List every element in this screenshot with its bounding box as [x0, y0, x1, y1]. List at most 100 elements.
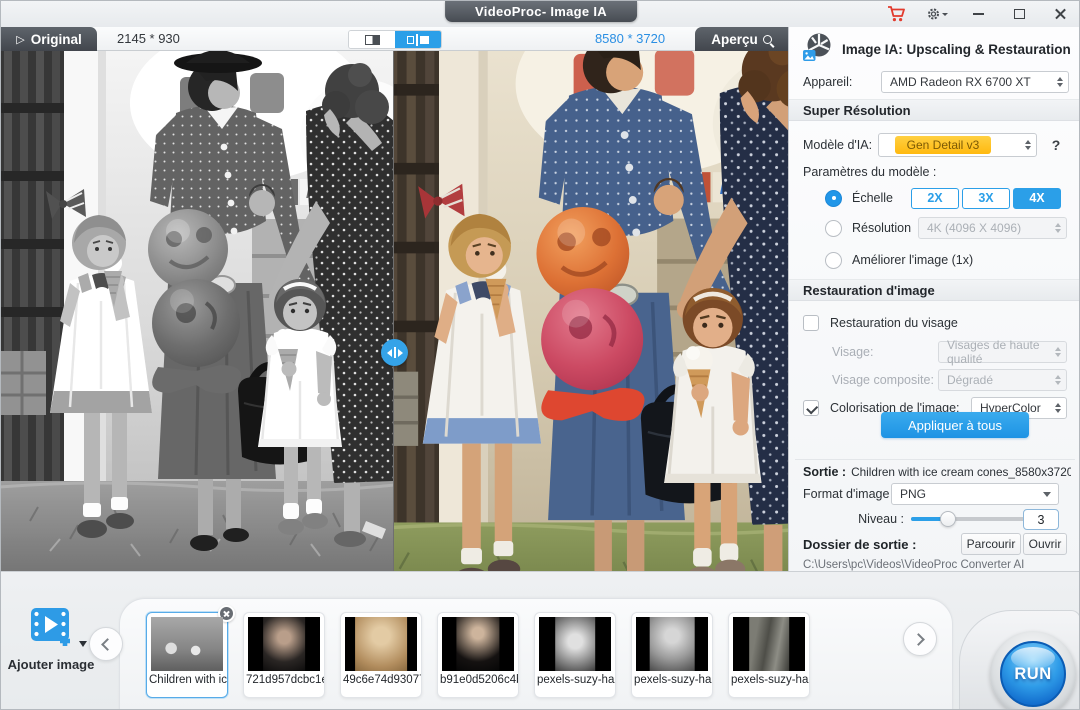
thumbnail-caption: pexels-suzy-haze: [632, 674, 712, 686]
thumbnail-item[interactable]: Children with ice: [146, 612, 228, 698]
compare-slider-handle[interactable]: [381, 339, 408, 366]
thumbnail-item[interactable]: pexels-suzy-haze: [534, 612, 616, 698]
compare-split-icon: [365, 35, 380, 45]
chevron-updown-icon: [1055, 403, 1061, 413]
compare-side-by-side-button[interactable]: [395, 31, 441, 48]
chevron-updown-icon: [1025, 140, 1031, 150]
resolution-radio[interactable]: [825, 220, 842, 237]
magnifier-icon: [763, 35, 772, 44]
chevron-down-icon: [1043, 492, 1051, 501]
app-window: VideoProc- Image IA ▷ Original 2145 * 93…: [0, 0, 1080, 710]
thumbnail-caption: pexels-suzy-haze: [729, 674, 809, 686]
cart-icon[interactable]: [885, 3, 907, 25]
face-composite-select[interactable]: Dégradé: [938, 369, 1067, 391]
add-image-icon: [27, 606, 75, 653]
app-title: VideoProc- Image IA: [445, 1, 637, 22]
maximize-icon[interactable]: [1008, 3, 1030, 25]
image-compare-area: [1, 51, 788, 571]
level-label: Niveau :: [849, 512, 904, 526]
level-slider-thumb[interactable]: [940, 511, 956, 527]
face-model-select[interactable]: Visages de haute qualité: [938, 341, 1067, 363]
thumbnail-caption: b91e0d5206c4b8: [438, 674, 518, 686]
face-restore-checkbox[interactable]: [803, 315, 819, 331]
panel-title: Image IA: Upscaling & Restauration: [842, 42, 1071, 57]
aperture-logo-icon: [803, 32, 833, 67]
resolution-label: Résolution: [852, 221, 911, 235]
face-restore-label: Restauration du visage: [830, 316, 958, 330]
minimize-icon[interactable]: [967, 3, 989, 25]
scale-2x-button[interactable]: 2X: [911, 188, 959, 209]
gear-icon[interactable]: [926, 3, 948, 25]
face-model-label: Visage:: [832, 345, 873, 359]
device-select[interactable]: AMD Radeon RX 6700 XT: [881, 71, 1069, 93]
panel-divider: [795, 459, 1075, 460]
thumbnail-item[interactable]: 721d957dcbc1ea: [243, 612, 325, 698]
tab-original-label: Original: [31, 32, 82, 47]
device-label: Appareil:: [803, 75, 852, 89]
thumbnail-caption: pexels-suzy-haze: [535, 674, 615, 686]
thumbnail-item[interactable]: pexels-suzy-haze: [728, 612, 810, 698]
resolution-select[interactable]: 4K (4096 X 4096): [918, 217, 1067, 239]
titlebar: VideoProc- Image IA: [1, 1, 1080, 27]
media-tray: Ajouter image Children with ice 721d957d…: [1, 571, 1080, 710]
scale-label: Échelle: [852, 191, 893, 205]
device-value: AMD Radeon RX 6700 XT: [890, 75, 1031, 89]
section-super-resolution: Super Résolution: [789, 99, 1080, 121]
thumbnail-image: [636, 617, 708, 671]
chevron-updown-icon: [1057, 77, 1063, 87]
format-label: Format d'image :: [803, 487, 896, 501]
enhance-label: Améliorer l'image (1x): [852, 253, 973, 267]
thumbnail-caption: Children with ice: [147, 674, 227, 686]
chevron-updown-icon: [1055, 223, 1061, 233]
thumbnail-item[interactable]: pexels-suzy-haze: [631, 612, 713, 698]
output-label: Sortie :: [803, 465, 846, 479]
open-button[interactable]: Ouvrir: [1023, 533, 1067, 555]
face-composite-value: Dégradé: [947, 373, 993, 387]
close-icon[interactable]: [1049, 3, 1071, 25]
add-image-caret-icon: [79, 641, 87, 651]
add-image-button[interactable]: Ajouter image: [1, 606, 101, 672]
thumbnail-caption: 721d957dcbc1ea: [244, 674, 324, 686]
thumbnail-image: [733, 617, 805, 671]
colorize-checkbox[interactable]: [803, 400, 819, 416]
thumbnail-item[interactable]: b91e0d5206c4b8: [437, 612, 519, 698]
model-select[interactable]: Gen Detail v3: [878, 133, 1037, 157]
chevron-left-icon: [101, 638, 114, 651]
scale-4x-button[interactable]: 4X: [1013, 188, 1061, 209]
apply-to-all-button[interactable]: Appliquer à tous: [881, 412, 1029, 438]
browse-button[interactable]: Parcourir: [961, 533, 1021, 555]
enhance-radio[interactable]: [825, 252, 842, 269]
scale-radio[interactable]: [825, 190, 842, 207]
original-image-pane: [1, 51, 394, 571]
format-value: PNG: [900, 487, 926, 501]
scroll-left-button[interactable]: [89, 627, 123, 661]
preview-button-label: Aperçu: [711, 32, 758, 47]
run-button[interactable]: RUN: [1000, 641, 1066, 707]
output-path: C:\Users\pc\Videos\VideoProc Converter A…: [803, 559, 1071, 571]
face-composite-label: Visage composite:: [832, 373, 934, 387]
scale-3x-button[interactable]: 3X: [962, 188, 1010, 209]
slider-handle-icon: [383, 349, 392, 357]
resolution-value: 4K (4096 X 4096): [927, 221, 1021, 235]
compare-mode-toggle: [348, 30, 442, 49]
output-folder-label: Dossier de sortie :: [803, 537, 916, 552]
output-size: 8580 * 3720: [584, 27, 676, 51]
format-select[interactable]: PNG: [891, 483, 1059, 505]
compare-split-button[interactable]: [349, 31, 395, 48]
scroll-right-button[interactable]: [903, 622, 937, 656]
model-label: Modèle d'IA:: [803, 138, 872, 152]
preview-button[interactable]: Aperçu: [695, 27, 788, 51]
source-size: 2145 * 930: [117, 27, 180, 51]
help-button[interactable]: ?: [1047, 137, 1065, 153]
chevron-updown-icon: [1055, 347, 1061, 357]
tab-original[interactable]: ▷ Original: [1, 27, 97, 51]
chevron-right-icon: [912, 633, 925, 646]
level-value-box[interactable]: 3: [1023, 509, 1059, 530]
thumbnail-item[interactable]: 49c6e74d93077b: [340, 612, 422, 698]
app-title-text: VideoProc- Image IA: [475, 4, 607, 19]
preview-toolbar: ▷ Original 2145 * 930 8580 * 3720 Aperçu: [1, 27, 788, 51]
thumbnail-image: [151, 617, 223, 671]
face-model-value: Visages de haute qualité: [947, 338, 1046, 366]
thumbnail-image: [539, 617, 611, 671]
gear-caret-icon: [942, 13, 948, 19]
